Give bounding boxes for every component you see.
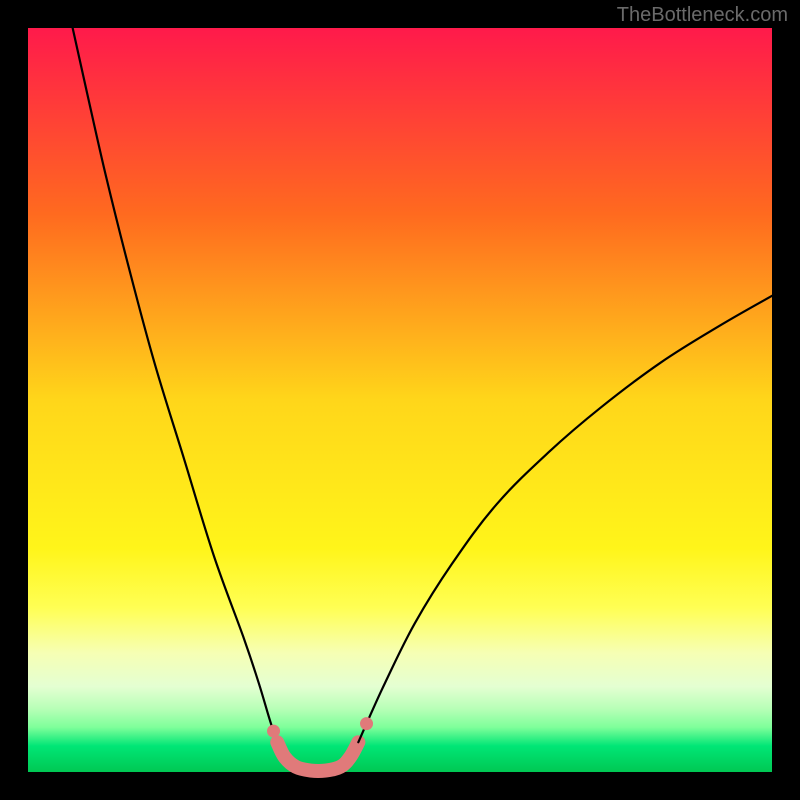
- marker-dot: [360, 717, 373, 730]
- marker-dot: [267, 725, 280, 738]
- attribution-text: TheBottleneck.com: [617, 4, 788, 27]
- chart-svg: [0, 0, 800, 800]
- plot-area: [28, 28, 772, 772]
- marker-dot: [274, 743, 287, 756]
- chart-container: TheBottleneck.com: [0, 0, 800, 800]
